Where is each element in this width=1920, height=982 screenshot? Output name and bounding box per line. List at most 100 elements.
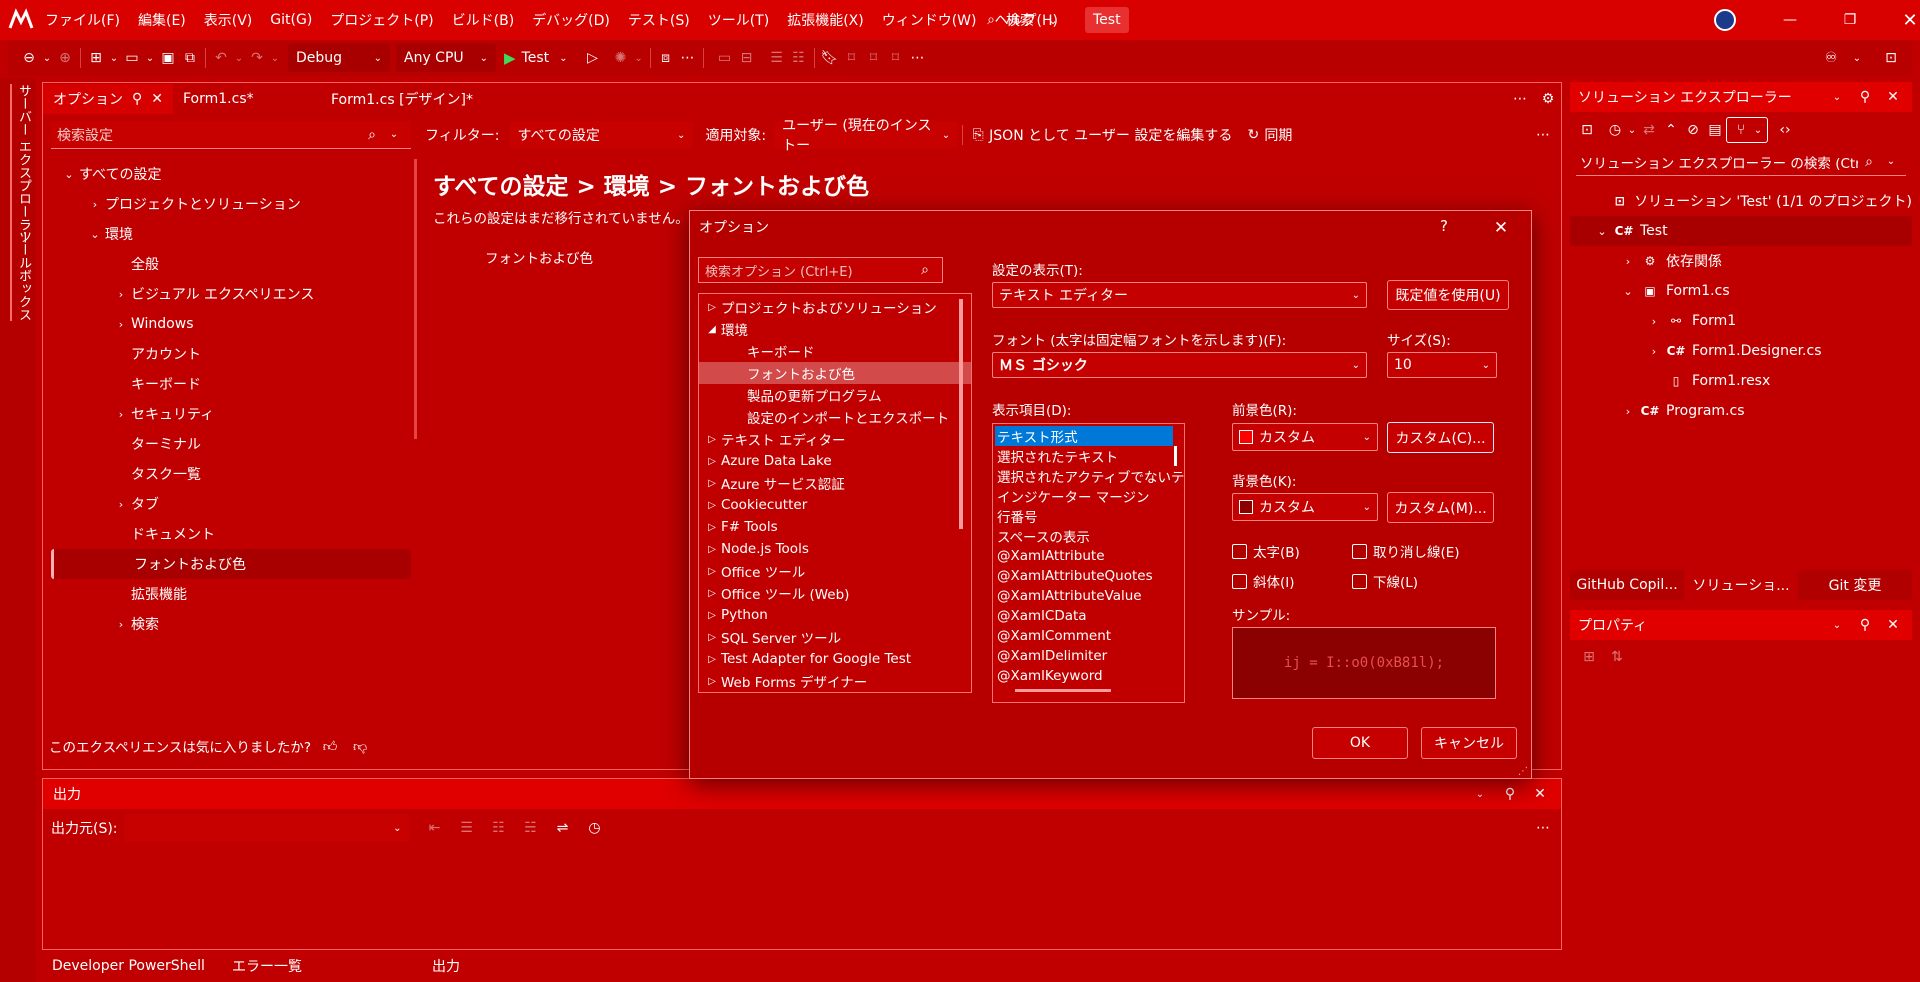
tab-output[interactable]: 出力 bbox=[352, 951, 502, 981]
chevron-down-icon[interactable]: ⌄ bbox=[1826, 86, 1848, 108]
dialog-tree-item[interactable]: ▷ Python bbox=[699, 604, 971, 626]
filter-select[interactable]: すべての設定 ⌄ bbox=[509, 121, 694, 149]
scope-select[interactable]: ユーザー (現在のインストー ⌄ bbox=[774, 118, 959, 154]
goto-prev-icon[interactable]: ⇤ bbox=[424, 817, 446, 839]
next-bookmark-icon[interactable]: ⌑ bbox=[863, 47, 885, 69]
use-defaults-button[interactable]: 既定値を使用(U) bbox=[1387, 280, 1509, 310]
tab-form1-design[interactable]: Form1.cs [デザイン]* bbox=[321, 84, 511, 114]
dialog-tree-item[interactable]: ▷Web パフォーマンス Test Tools bbox=[699, 692, 971, 693]
underline-checkbox[interactable]: 下線(L) bbox=[1352, 571, 1418, 591]
display-item[interactable]: @XamlAttributeValue bbox=[995, 586, 1173, 606]
dialog-tree-item[interactable]: ▷ F# Tools bbox=[699, 516, 971, 538]
cancel-button[interactable]: キャンセル bbox=[1421, 727, 1517, 759]
display-item[interactable]: @XamlAttributeQuotes bbox=[995, 566, 1173, 586]
tab-git-changes[interactable]: Git 変更 bbox=[1798, 570, 1912, 600]
collapse-all-icon[interactable]: ⌃ bbox=[1660, 119, 1682, 141]
run-without-debug-icon[interactable]: ▷ bbox=[582, 47, 604, 69]
close-icon[interactable]: ✕ bbox=[151, 91, 163, 107]
close-icon[interactable]: ✕ bbox=[1882, 614, 1904, 636]
strikethrough-checkbox[interactable]: 取り消し線(E) bbox=[1352, 541, 1460, 561]
display-item[interactable]: 選択されたテキスト bbox=[995, 446, 1173, 466]
comment-icon[interactable]: ▭ bbox=[714, 47, 736, 69]
tab-options[interactable]: オプション ⚲ ✕ bbox=[43, 84, 173, 114]
gear-icon[interactable]: ⚙ bbox=[1537, 88, 1559, 110]
settings-search-input[interactable]: 検索設定 ⌕ ⌄ bbox=[51, 121, 411, 149]
redo-icon[interactable]: ↷ bbox=[246, 47, 268, 69]
chevron-down-icon[interactable]: ⌄ bbox=[1846, 47, 1868, 69]
menu-item[interactable]: ファイル(F) bbox=[45, 10, 120, 30]
menu-item[interactable]: プロジェクト(P) bbox=[330, 10, 433, 30]
dialog-tree-item[interactable]: 製品の更新プログラム bbox=[699, 384, 971, 406]
bold-checkbox[interactable]: 太字(B) bbox=[1232, 541, 1300, 561]
clock-icon[interactable]: ◷ bbox=[584, 817, 606, 839]
menu-item[interactable]: ツール(T) bbox=[708, 10, 769, 30]
resize-grip-icon[interactable]: ⋰ bbox=[1518, 766, 1528, 777]
more-icon[interactable]: ⋯ bbox=[677, 47, 699, 69]
outdent-icon[interactable]: ☰ bbox=[766, 47, 788, 69]
minimize-icon[interactable]: — bbox=[1760, 9, 1820, 31]
solution-tree-item[interactable]: › C# Program.cs bbox=[1570, 396, 1912, 426]
display-item[interactable]: @XamlAttribute bbox=[995, 546, 1173, 566]
menu-item[interactable]: 拡張機能(X) bbox=[787, 10, 864, 30]
settings-tree-item[interactable]: ドキュメント bbox=[51, 519, 411, 549]
restore-icon[interactable]: ❐ bbox=[1820, 9, 1880, 31]
italic-checkbox[interactable]: 斜体(I) bbox=[1232, 571, 1295, 591]
new-project-icon[interactable]: ⊞ bbox=[85, 47, 107, 69]
bookmark-icon[interactable]: 🔖︎ bbox=[819, 47, 841, 69]
chevron-down-icon[interactable]: ⌄ bbox=[632, 47, 646, 69]
menu-item[interactable]: デバッグ(D) bbox=[532, 10, 610, 30]
tab-developer-powershell[interactable]: Developer PowerShell bbox=[42, 951, 205, 981]
settings-tree-item[interactable]: アカウント bbox=[51, 339, 411, 369]
dialog-tree-item[interactable]: ▷ Cookiecutter bbox=[699, 494, 971, 516]
close-icon[interactable]: ✕ bbox=[1882, 86, 1904, 108]
goto-next-icon[interactable]: ☰ bbox=[456, 817, 478, 839]
display-item[interactable]: @XamlKeyword bbox=[995, 666, 1173, 686]
font-select[interactable]: ＭＳ ゴシック ⌄ bbox=[992, 352, 1367, 378]
browser-link-icon[interactable]: ⧈ bbox=[655, 47, 677, 69]
server-explorer-tab[interactable]: サーバー エクスプローラー bbox=[10, 84, 33, 245]
show-all-files-icon[interactable]: ⊘ bbox=[1682, 119, 1704, 141]
more-icon[interactable]: ⋯ bbox=[1532, 124, 1554, 146]
sync-button[interactable]: 同期 bbox=[1264, 125, 1292, 145]
chevron-down-icon[interactable]: ⌄ bbox=[1626, 119, 1638, 141]
menu-item[interactable]: テスト(S) bbox=[628, 10, 690, 30]
solution-tree-item[interactable]: ⌄ ▣ Form1.cs bbox=[1570, 276, 1912, 306]
settings-tree-item[interactable]: › Windows bbox=[51, 309, 411, 339]
dialog-tree-item[interactable]: ▷ Office ツール (Web) bbox=[699, 582, 971, 604]
dialog-tree-item[interactable]: ◢ 環境 bbox=[699, 318, 971, 340]
display-item[interactable]: テキスト形式 bbox=[995, 426, 1173, 446]
size-select[interactable]: 10 ⌄ bbox=[1387, 352, 1497, 378]
pin-icon[interactable]: ⚲ bbox=[1499, 783, 1521, 805]
hot-reload-icon[interactable]: ✺ bbox=[610, 47, 632, 69]
background-select[interactable]: カスタム ⌄ bbox=[1232, 493, 1378, 521]
foreground-select[interactable]: カスタム ⌄ bbox=[1232, 423, 1378, 451]
thumbs-up-icon[interactable]: 👍︎ bbox=[319, 735, 341, 757]
find-icon[interactable]: ☷ bbox=[488, 817, 510, 839]
settings-tree-item[interactable]: ⌄ 環境 bbox=[51, 219, 411, 249]
solution-tree-item[interactable]: › ⚯ Form1 bbox=[1570, 306, 1912, 336]
run-button[interactable]: ▶ Test ⌄ bbox=[504, 49, 568, 67]
tree-scrollbar[interactable] bbox=[414, 159, 417, 439]
dialog-close-icon[interactable]: ✕ bbox=[1490, 217, 1512, 239]
undo-icon[interactable]: ↶ bbox=[210, 47, 232, 69]
menu-item[interactable]: 表示(V) bbox=[204, 10, 253, 30]
settings-tree-item[interactable]: › プロジェクトとソリューション bbox=[51, 189, 411, 219]
menu-item[interactable]: Git(G) bbox=[270, 12, 312, 28]
dialog-tree-item[interactable]: キーボード bbox=[699, 340, 971, 362]
more-icon[interactable]: ⋯ bbox=[907, 47, 929, 69]
config-select[interactable]: Debug ⌄ bbox=[288, 44, 390, 72]
dialog-tree-item[interactable]: ▷ Azure Data Lake bbox=[699, 450, 971, 472]
indent-icon[interactable]: ☷ bbox=[788, 47, 810, 69]
solution-search-input[interactable]: ソリューション エクスプローラー の検索 (Ctrl+;) ⌕ ⌄ bbox=[1576, 148, 1906, 176]
clear-all-icon[interactable]: ☵ bbox=[520, 817, 542, 839]
edit-json-link[interactable]: JSON として ユーザー 設定を編集する bbox=[989, 125, 1232, 145]
dialog-tree-scrollbar[interactable] bbox=[959, 299, 963, 529]
clear-bookmark-icon[interactable]: ⌑ bbox=[885, 47, 907, 69]
dialog-tree-item[interactable]: ▷ テキスト エディター bbox=[699, 428, 971, 450]
dialog-tree-item[interactable]: ▷ Office ツール bbox=[699, 560, 971, 582]
chevron-down-icon[interactable]: ⌄ bbox=[268, 47, 282, 69]
solution-tree-item[interactable]: ⌄ C# Test bbox=[1570, 216, 1912, 246]
display-item[interactable]: @XamlComment bbox=[995, 626, 1173, 646]
solution-tree-item[interactable]: ⊡ ソリューション 'Test' (1/1 のプロジェクト) bbox=[1570, 186, 1912, 216]
dialog-tree-item[interactable]: ▷ Azure サービス認証 bbox=[699, 472, 971, 494]
